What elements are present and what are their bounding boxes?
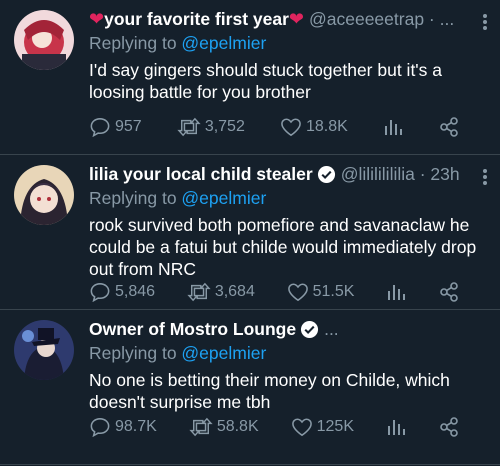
replying-to-label: Replying to xyxy=(89,343,182,363)
retweet-count: 3,684 xyxy=(214,283,255,300)
action-bar: 5,846 3,684 51.5K xyxy=(89,281,460,303)
like-button[interactable]: 18.8K xyxy=(280,117,348,137)
retweet-button[interactable]: 58.8K xyxy=(189,417,259,437)
reply-button[interactable]: 98.7K xyxy=(89,417,157,437)
share-icon xyxy=(440,417,458,437)
share-button[interactable] xyxy=(438,281,460,303)
action-bar: 957 3,752 18.8K xyxy=(89,116,460,138)
retweet-count: 3,752 xyxy=(204,118,245,135)
share-button[interactable] xyxy=(438,416,460,438)
reply-button[interactable]: 957 xyxy=(89,117,142,137)
retweet-button[interactable]: 3,684 xyxy=(187,282,255,302)
verified-badge-icon xyxy=(301,320,319,338)
avatar[interactable] xyxy=(14,320,74,380)
mention-link[interactable]: @epelmier xyxy=(181,343,266,363)
analytics-icon xyxy=(388,420,405,435)
reply-icon xyxy=(90,283,110,302)
like-button[interactable]: 125K xyxy=(291,417,354,437)
more-options-icon[interactable] xyxy=(482,167,488,187)
more-options-icon[interactable] xyxy=(482,12,488,32)
display-name[interactable]: your favorite first year xyxy=(104,9,289,30)
reply-button[interactable]: 5,846 xyxy=(89,282,155,302)
handle[interactable]: @aceeeeetrap · ... xyxy=(309,9,454,30)
replying-to: Replying to @epelmier xyxy=(89,188,488,209)
like-count: 125K xyxy=(316,418,354,435)
display-name[interactable]: Owner of Mostro Lounge xyxy=(89,319,296,340)
heart-emoji-icon: ❤ xyxy=(89,8,105,29)
like-icon xyxy=(287,283,308,302)
mention-link[interactable]: @epelmier xyxy=(181,188,266,208)
like-button[interactable]: 51.5K xyxy=(287,282,355,302)
handle[interactable]: ... xyxy=(324,319,339,340)
retweet-icon xyxy=(177,117,201,137)
reply-icon xyxy=(90,418,110,437)
tweet[interactable]: ❤ your favorite first year ❤ @aceeeeetra… xyxy=(0,0,500,155)
replying-to: Replying to @epelmier xyxy=(89,343,488,364)
retweet-icon xyxy=(189,417,213,437)
analytics-button[interactable] xyxy=(386,417,406,437)
like-icon xyxy=(291,418,312,437)
tweet[interactable]: lilia your local child stealer @lililili… xyxy=(0,155,500,310)
analytics-button[interactable] xyxy=(383,117,403,137)
share-icon xyxy=(440,117,458,137)
replying-to-label: Replying to xyxy=(89,33,182,53)
reply-count: 5,846 xyxy=(115,283,156,300)
reply-icon xyxy=(90,118,110,137)
replying-to-label: Replying to xyxy=(89,188,182,208)
avatar[interactable] xyxy=(14,10,74,70)
like-icon xyxy=(281,118,301,137)
replying-to: Replying to @epelmier xyxy=(89,33,488,54)
analytics-icon xyxy=(384,120,402,135)
display-name[interactable]: lilia your local child stealer xyxy=(89,164,313,185)
like-count: 51.5K xyxy=(312,283,355,300)
retweet-icon xyxy=(187,282,211,302)
heart-emoji-icon: ❤ xyxy=(288,8,304,29)
verified-badge-icon xyxy=(317,165,335,183)
share-icon xyxy=(440,282,458,302)
handle[interactable]: @lilililililia · 23h xyxy=(341,164,460,185)
reply-count: 98.7K xyxy=(115,418,157,435)
analytics-button[interactable] xyxy=(386,282,406,302)
avatar[interactable] xyxy=(14,165,74,225)
retweet-count: 58.8K xyxy=(216,418,259,435)
share-button[interactable] xyxy=(438,116,460,138)
mention-link[interactable]: @epelmier xyxy=(181,33,266,53)
tweet[interactable]: Owner of Mostro Lounge ... Replying to @… xyxy=(0,310,500,465)
action-bar: 98.7K 58.8K 125K xyxy=(89,416,460,438)
analytics-icon xyxy=(388,285,406,300)
like-count: 18.8K xyxy=(305,118,348,135)
tweet-text: No one is betting their money on Childe,… xyxy=(89,370,450,412)
retweet-button[interactable]: 3,752 xyxy=(177,117,245,137)
tweet-text: I'd say gingers should stuck together bu… xyxy=(89,60,442,102)
tweet-text: rook survived both pomefiore and savanac… xyxy=(89,215,477,279)
reply-count: 957 xyxy=(115,118,142,135)
